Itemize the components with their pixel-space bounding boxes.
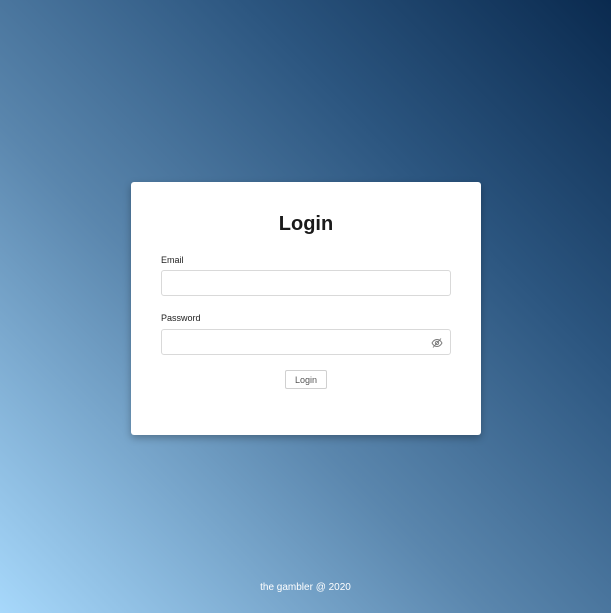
email-label: Email: [161, 255, 184, 265]
email-field-wrapper: [161, 270, 451, 296]
email-input[interactable]: [162, 271, 450, 295]
eye-off-icon[interactable]: [431, 336, 443, 348]
footer-text: the gambler @ 2020: [260, 582, 351, 593]
password-field-wrapper: [161, 329, 451, 355]
password-input[interactable]: [162, 330, 450, 354]
login-card: Login Email Password Login: [131, 182, 481, 435]
login-title: Login: [278, 213, 334, 235]
login-button[interactable]: Login: [285, 370, 327, 389]
password-label: Password: [161, 313, 201, 323]
